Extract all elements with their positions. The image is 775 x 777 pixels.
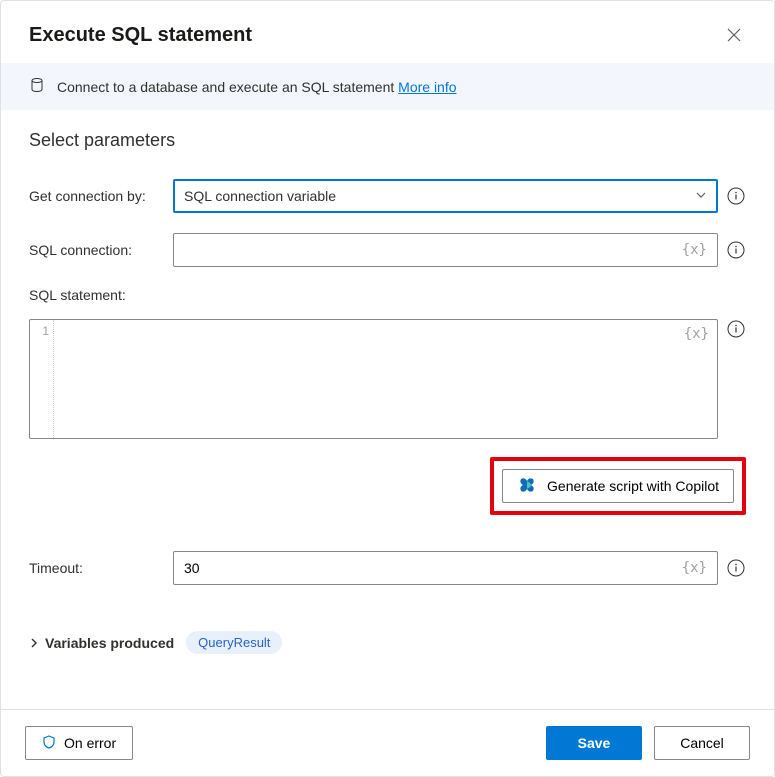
line-gutter: 1 [30,320,54,438]
variable-icon[interactable]: {x} [682,242,707,258]
sql-connection-input[interactable]: {x} [173,233,718,267]
variable-icon[interactable]: {x} [682,560,707,576]
field-label: SQL statement: [29,287,746,303]
field-label: SQL connection: [29,242,165,258]
section-title: Select parameters [29,130,746,151]
cancel-button[interactable]: Cancel [654,726,750,760]
chevron-down-icon [695,188,707,204]
get-connection-dropdown[interactable]: SQL connection variable [173,179,718,213]
info-icon[interactable] [726,319,746,339]
copilot-button-label: Generate script with Copilot [547,478,719,494]
field-timeout: Timeout: {x} [29,551,746,585]
close-icon [727,28,741,42]
copilot-icon [517,475,537,498]
dialog-header: Execute SQL statement [1,1,774,63]
chevron-right-icon [29,635,39,651]
timeout-input[interactable]: {x} [173,551,718,585]
close-button[interactable] [718,19,750,51]
variable-icon[interactable]: {x} [684,326,709,342]
dialog-title: Execute SQL statement [29,24,252,47]
code-text[interactable] [54,320,717,438]
info-icon[interactable] [726,558,746,578]
copilot-highlight: Generate script with Copilot [490,457,746,515]
info-icon[interactable] [726,240,746,260]
more-info-link[interactable]: More info [398,79,456,95]
dialog-footer: On error Save Cancel [1,709,774,776]
variable-pill[interactable]: QueryResult [186,631,282,654]
shield-icon [42,735,56,752]
dialog: Execute SQL statement Connect to a datab… [0,0,775,777]
field-label: Get connection by: [29,188,165,204]
on-error-button[interactable]: On error [25,726,133,760]
field-label: Timeout: [29,560,165,576]
database-icon [29,77,45,96]
variables-produced-row: Variables produced QueryResult [29,631,746,654]
generate-copilot-button[interactable]: Generate script with Copilot [502,469,734,503]
dropdown-value: SQL connection variable [184,188,336,204]
info-icon[interactable] [726,186,746,206]
info-bar: Connect to a database and execute an SQL… [1,63,774,110]
footer-actions: Save Cancel [546,726,750,760]
sql-statement-editor[interactable]: 1 {x} [29,319,718,439]
content-area: Select parameters Get connection by: SQL… [1,110,774,709]
variables-toggle[interactable]: Variables produced [29,635,174,651]
field-get-connection-by: Get connection by: SQL connection variab… [29,179,746,213]
save-button[interactable]: Save [546,726,642,760]
field-sql-connection: SQL connection: {x} [29,233,746,267]
field-sql-statement: SQL statement: 1 {x} [29,287,746,439]
info-text: Connect to a database and execute an SQL… [57,79,457,95]
copilot-row: Generate script with Copilot [29,457,746,515]
